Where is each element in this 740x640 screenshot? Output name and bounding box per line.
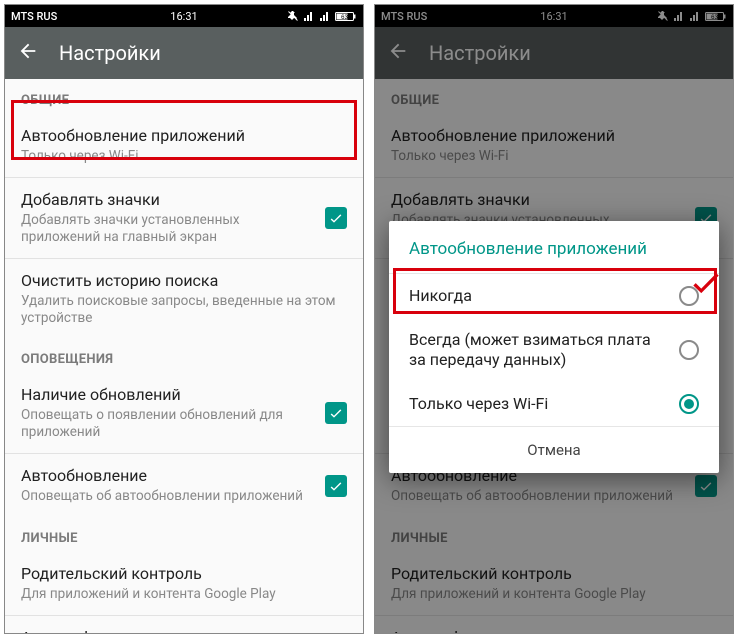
- autoupdate-dialog: Автообновление приложений Никогда Всегда…: [389, 221, 719, 473]
- clock: 16:31: [170, 10, 197, 23]
- row-add-icons[interactable]: Добавлять значки Добавлять значки устано…: [5, 178, 363, 258]
- section-general: ОБЩИЕ: [5, 79, 363, 114]
- app-bar: Настройки: [5, 27, 363, 79]
- phone-right: MTS RUS 16:31 63 Настройки ОБЩИЕ Автообн…: [374, 4, 734, 634]
- row-update-availability[interactable]: Наличие обновлений Оповещать о появлении…: [5, 373, 363, 453]
- carrier-label: MTS RUS: [11, 10, 57, 23]
- battery-icon: 63: [335, 11, 357, 22]
- back-icon[interactable]: [17, 40, 39, 66]
- checkbox-checked-icon[interactable]: [325, 207, 347, 229]
- section-personal: ЛИЧНЫЕ: [5, 517, 363, 552]
- section-notifications: ОПОВЕЩЕНИЯ: [5, 338, 363, 373]
- status-bar: MTS RUS 16:31 63: [5, 5, 363, 27]
- row-autoupdate-notify[interactable]: Автообновление Оповещать об автообновлен…: [5, 454, 363, 517]
- radio-unchecked-icon[interactable]: [679, 340, 699, 360]
- svg-text:63: 63: [341, 15, 348, 21]
- option-wifi-only[interactable]: Только через Wi-Fi: [389, 382, 719, 426]
- cancel-button[interactable]: Отмена: [389, 427, 719, 473]
- row-parental-control[interactable]: Родительский контроль Для приложений и к…: [5, 552, 363, 615]
- option-always[interactable]: Всегда (может взиматься плата за передач…: [389, 318, 719, 382]
- page-title: Настройки: [59, 41, 161, 65]
- radio-unchecked-icon[interactable]: [679, 286, 699, 306]
- signal-icon: [303, 10, 315, 22]
- signal-icon-2: [319, 10, 331, 22]
- radio-checked-icon[interactable]: [679, 394, 699, 414]
- checkbox-checked-icon[interactable]: [325, 402, 347, 424]
- option-never[interactable]: Никогда: [389, 274, 719, 318]
- phone-left: MTS RUS 16:31 63 Настройки ОБЩИЕ Автообн…: [4, 4, 364, 634]
- row-autoupdate-apps[interactable]: Автообновление приложений Только через W…: [5, 114, 363, 177]
- status-icons: 63: [287, 10, 357, 22]
- checkbox-checked-icon[interactable]: [325, 475, 347, 497]
- row-clear-history[interactable]: Очистить историю поиска Удалить поисковы…: [5, 259, 363, 339]
- dialog-title: Автообновление приложений: [389, 221, 719, 273]
- mute-icon: [287, 10, 299, 22]
- row-purchase-auth[interactable]: Аутентификация при покупке: [5, 616, 363, 633]
- settings-list[interactable]: ОБЩИЕ Автообновление приложений Только ч…: [5, 79, 363, 633]
